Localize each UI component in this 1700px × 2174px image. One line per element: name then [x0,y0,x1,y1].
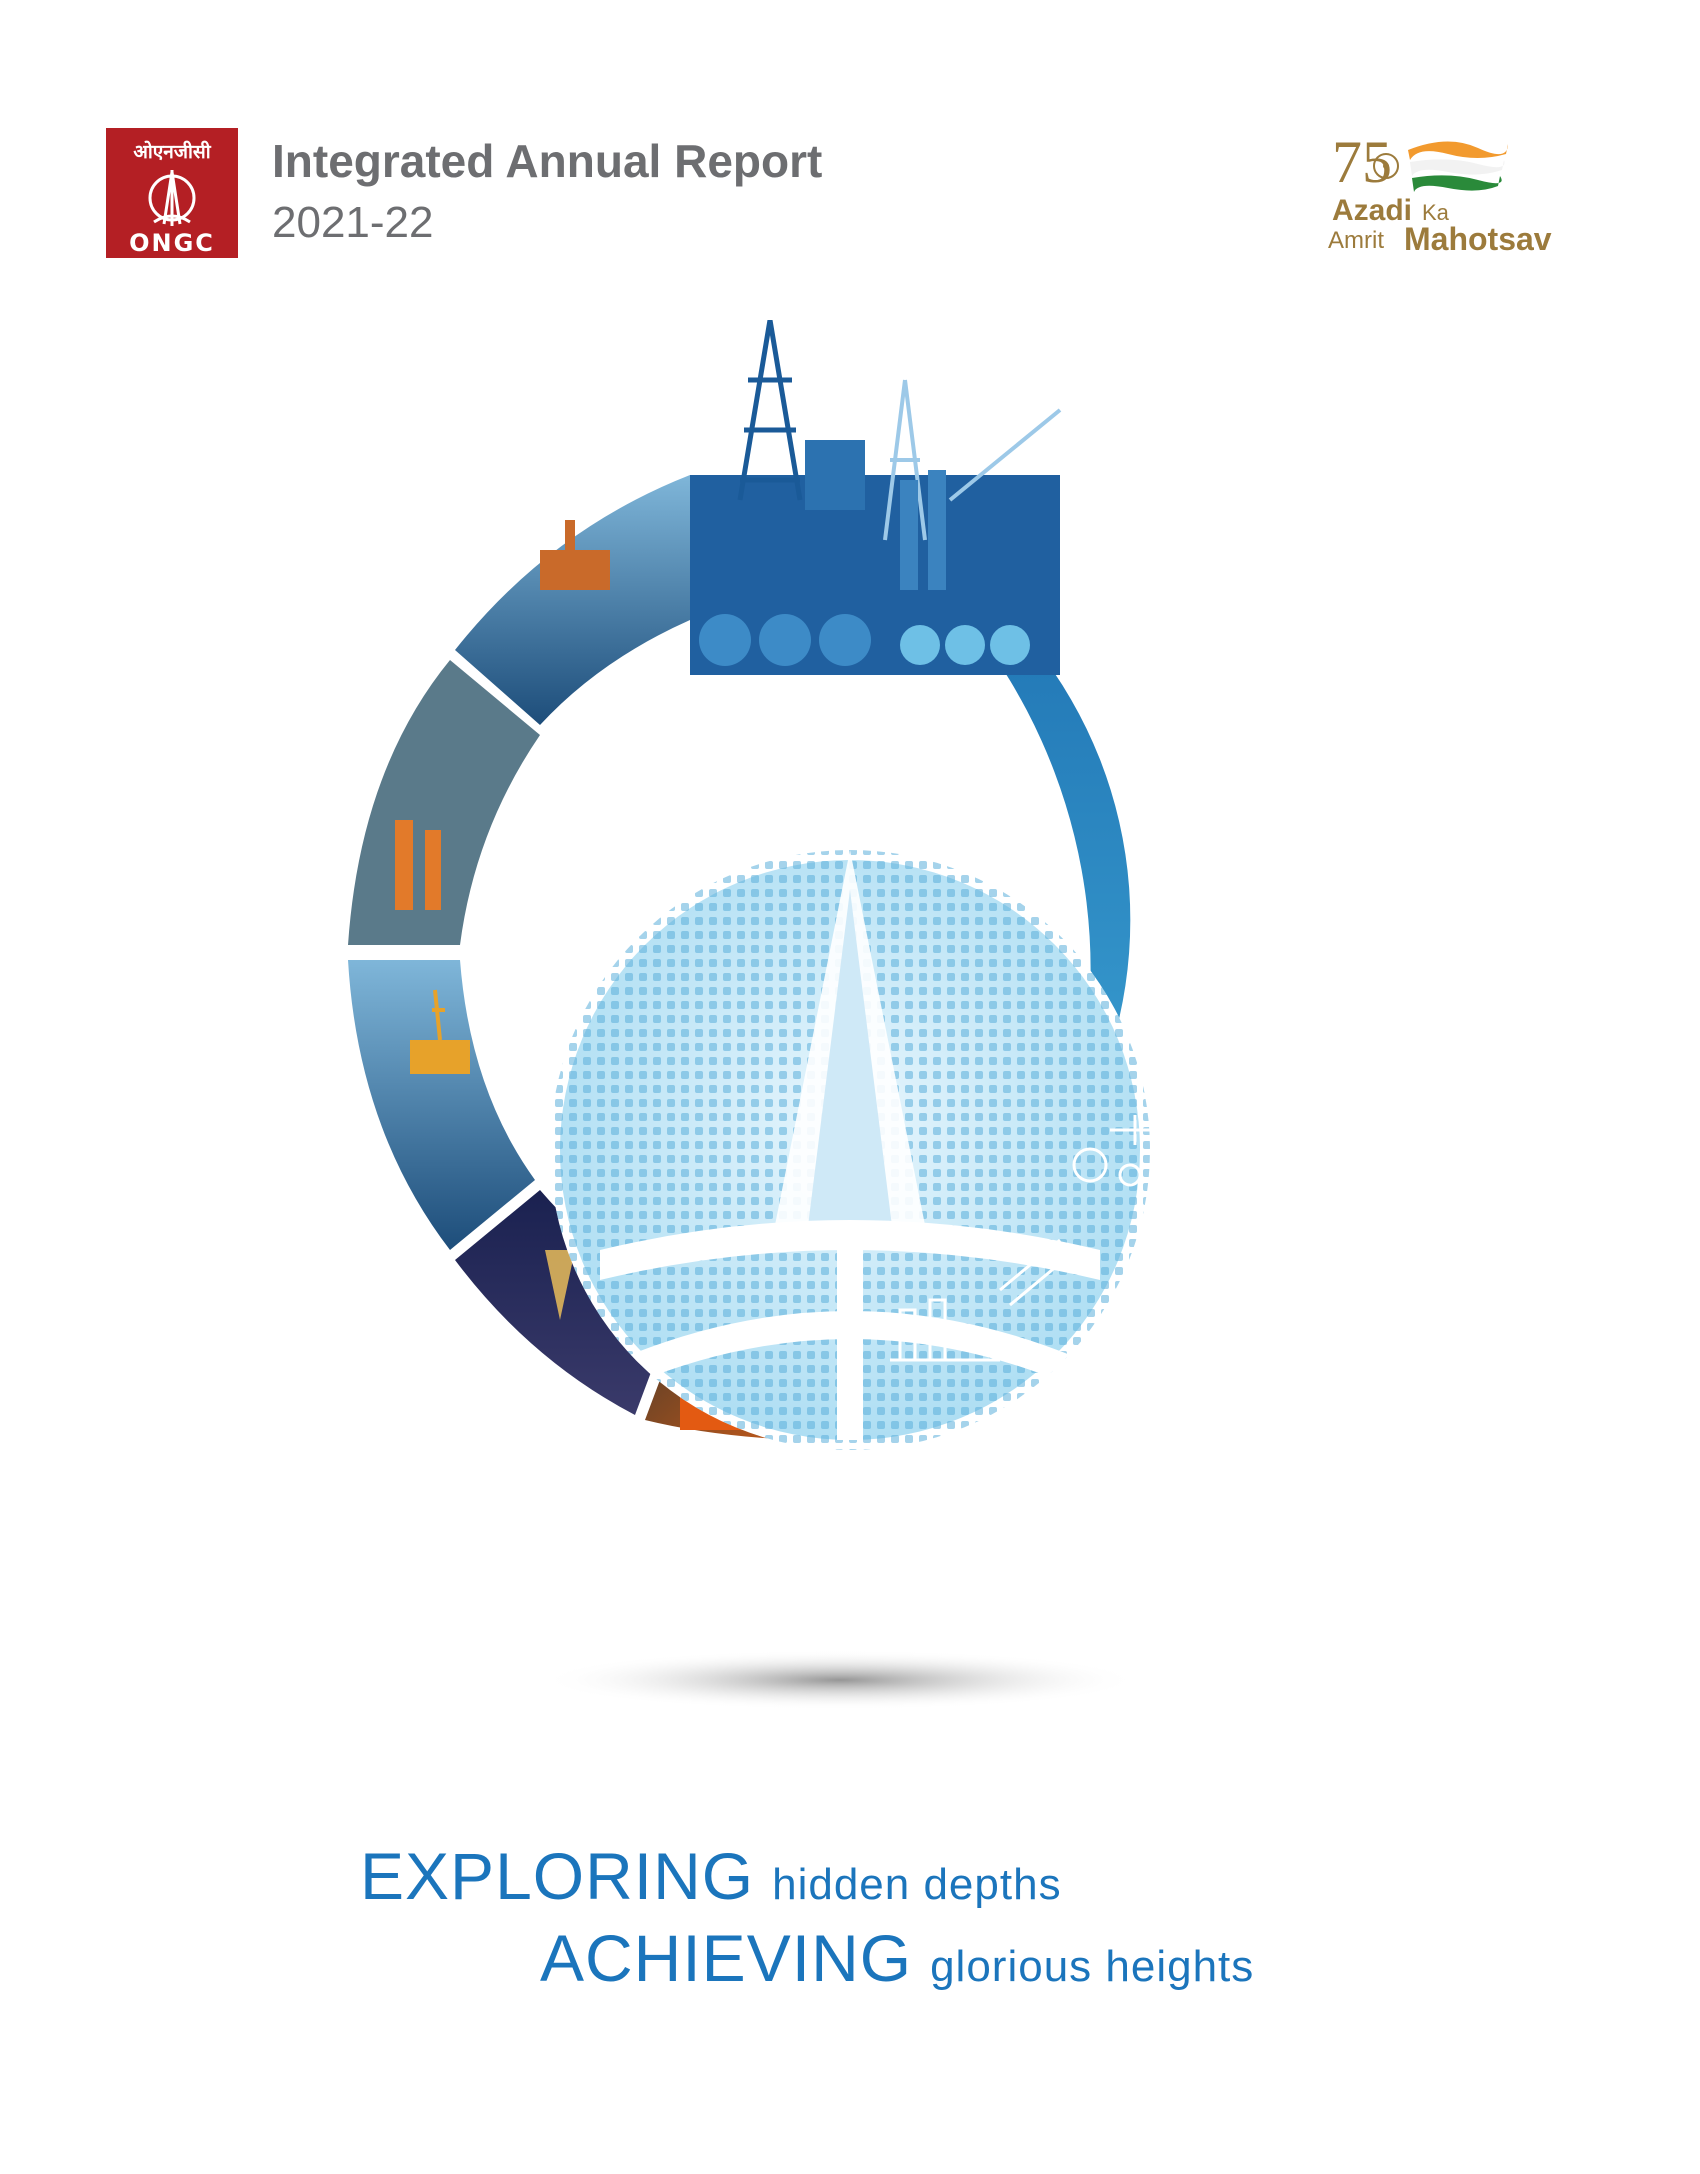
report-title: Integrated Annual Report [272,135,823,187]
akam-mahotsav: Mahotsav [1404,221,1552,256]
tagline-line-2: ACHIEVING glorious heights [540,1920,1254,1996]
tanker-truck-icon [1168,928,1232,973]
gear-icon [1066,651,1114,699]
tagline-hidden-depths: hidden depths [772,1860,1062,1909]
tagline-line-1: EXPLORING hidden depths [360,1838,1062,1914]
industrial-skyline [690,320,1062,675]
photo-offshore-platform [455,475,690,725]
ongc-logo: ओएनजीसी ONGC [106,128,238,258]
gear-icon [1206,851,1247,907]
report-year: 2021-22 [272,198,434,247]
logo-hindi-text: ओएनजीसी [133,140,211,163]
tagline-achieving: ACHIEVING [540,1921,913,1995]
engineer-icon [1153,1047,1207,1107]
solar-panel-icon [1108,713,1172,752]
drilling-rig-icon [737,320,803,501]
akam-number: 75 [1332,129,1392,195]
offshore-platform-icon [1138,770,1202,850]
wind-turbine-icon [1128,599,1176,700]
pump-jack-icon [1179,703,1221,757]
akam-amrit: Amrit [1328,227,1384,254]
tagline-exploring: EXPLORING [360,1839,755,1913]
azadi-ka-amrit-mahotsav-logo: 75 Azadi Ka Amrit Mahotsav [1328,129,1552,256]
cover-artwork [348,320,1247,1710]
fuel-pump-icon [1153,858,1189,917]
flag-icon [1408,141,1508,192]
tagline-glorious-heights: glorious heights [930,1942,1255,1991]
akam-azadi: Azadi [1332,194,1412,227]
ground-shadow [540,1650,1140,1710]
globe-emblem [550,850,1150,1450]
photo-firefighting [348,660,540,945]
logo-name-text: ONGC [129,229,215,257]
photo-drilling-rig-sea [348,960,535,1250]
cargo-ship-icon [1147,973,1223,1022]
